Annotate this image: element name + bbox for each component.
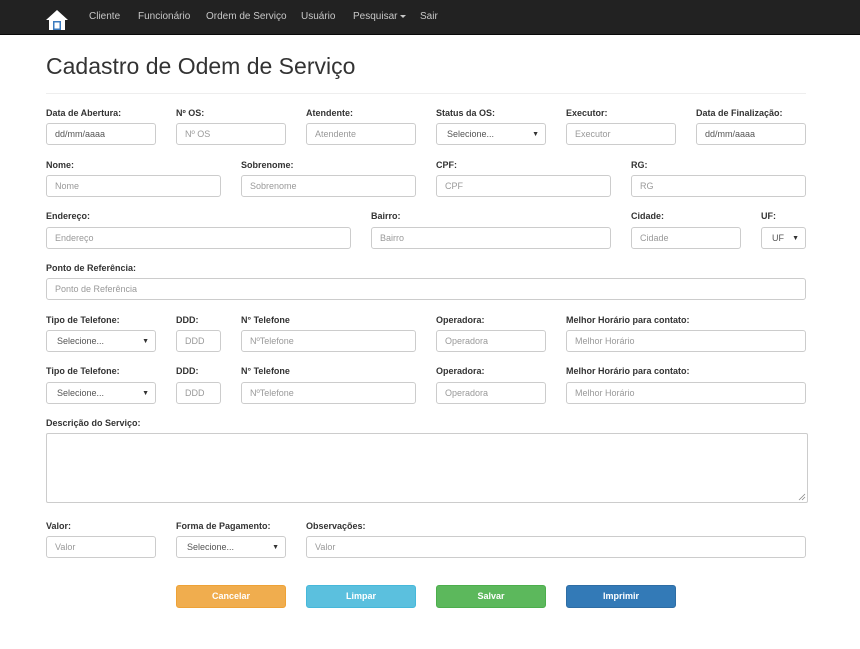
operadora-field[interactable] bbox=[436, 330, 546, 352]
select-arrow-icon: ▼ bbox=[792, 235, 799, 242]
select-arrow-icon: ▼ bbox=[532, 131, 539, 138]
valor-label: Valor: bbox=[46, 521, 72, 531]
uf-selected: UF bbox=[772, 233, 784, 243]
valor-field[interactable] bbox=[46, 536, 156, 558]
numero-os-field[interactable] bbox=[176, 123, 286, 145]
tipo-telefone-selected: Selecione... bbox=[57, 336, 105, 346]
status-os-selected: Selecione... bbox=[447, 129, 495, 139]
cpf-label: CPF: bbox=[436, 160, 457, 170]
melhor-horario-field[interactable] bbox=[566, 382, 806, 404]
tipo-telefone-select[interactable]: Selecione... ▼ bbox=[46, 330, 156, 352]
telefone-label: N° Telefone bbox=[241, 366, 290, 376]
endereco-field[interactable] bbox=[46, 227, 351, 249]
telefone-field[interactable] bbox=[241, 382, 416, 404]
cpf-field[interactable] bbox=[436, 175, 611, 197]
cancelar-button[interactable]: Cancelar bbox=[176, 585, 286, 608]
bairro-label: Bairro: bbox=[371, 211, 401, 221]
melhor-horario-label: Melhor Horário para contato: bbox=[566, 366, 690, 376]
tipo-telefone-label: Tipo de Telefone: bbox=[46, 366, 120, 376]
data-abertura-label: Data de Abertura: bbox=[46, 108, 122, 118]
ponto-referencia-label: Ponto de Referência: bbox=[46, 263, 137, 273]
operadora-label: Operadora: bbox=[436, 315, 485, 325]
nav-item-funcionario[interactable]: Funcionário bbox=[138, 11, 190, 22]
telefone-label: N° Telefone bbox=[241, 315, 290, 325]
cidade-label: Cidade: bbox=[631, 211, 665, 221]
rg-label: RG: bbox=[631, 160, 648, 170]
data-finalizacao-label: Data de Finalização: bbox=[696, 108, 783, 118]
top-navbar: Cliente Funcionário Ordem de Serviço Usu… bbox=[0, 0, 860, 35]
operadora-label: Operadora: bbox=[436, 366, 485, 376]
observacoes-field[interactable] bbox=[306, 536, 806, 558]
operadora-field[interactable] bbox=[436, 382, 546, 404]
nav-item-sair[interactable]: Sair bbox=[420, 11, 438, 22]
uf-label: UF: bbox=[761, 211, 776, 221]
nav-item-ordem-servico[interactable]: Ordem de Serviço bbox=[206, 11, 287, 22]
atendente-label: Atendente: bbox=[306, 108, 353, 118]
nav-item-pesquisar[interactable]: Pesquisar bbox=[353, 11, 407, 22]
status-os-label: Status da OS: bbox=[436, 108, 496, 118]
descricao-label: Descrição do Serviço: bbox=[46, 418, 141, 428]
status-os-select[interactable]: Selecione... ▼ bbox=[436, 123, 546, 145]
descricao-textarea[interactable] bbox=[46, 433, 808, 503]
forma-pagamento-label: Forma de Pagamento: bbox=[176, 521, 271, 531]
rg-field[interactable] bbox=[631, 175, 806, 197]
tipo-telefone-select[interactable]: Selecione... ▼ bbox=[46, 382, 156, 404]
limpar-button[interactable]: Limpar bbox=[306, 585, 416, 608]
nav-item-usuario[interactable]: Usuário bbox=[301, 11, 335, 22]
executor-label: Executor: bbox=[566, 108, 608, 118]
bairro-field[interactable] bbox=[371, 227, 611, 249]
house-icon[interactable] bbox=[45, 8, 69, 32]
page-title: Cadastro de Odem de Serviço bbox=[46, 53, 356, 79]
melhor-horario-field[interactable] bbox=[566, 330, 806, 352]
select-arrow-icon: ▼ bbox=[142, 390, 149, 397]
sobrenome-label: Sobrenome: bbox=[241, 160, 294, 170]
chevron-down-icon bbox=[400, 14, 407, 18]
select-arrow-icon: ▼ bbox=[272, 544, 279, 551]
tipo-telefone-selected: Selecione... bbox=[57, 388, 105, 398]
select-arrow-icon: ▼ bbox=[142, 338, 149, 345]
ddd-label: DDD: bbox=[176, 366, 199, 376]
executor-field[interactable] bbox=[566, 123, 676, 145]
ddd-field[interactable] bbox=[176, 330, 221, 352]
ponto-referencia-field[interactable] bbox=[46, 278, 806, 300]
salvar-button[interactable]: Salvar bbox=[436, 585, 546, 608]
atendente-field[interactable] bbox=[306, 123, 416, 145]
nav-item-pesquisar-label: Pesquisar bbox=[353, 11, 398, 22]
imprimir-button[interactable]: Imprimir bbox=[566, 585, 676, 608]
cidade-field[interactable] bbox=[631, 227, 741, 249]
data-abertura-field[interactable] bbox=[46, 123, 156, 145]
telefone-field[interactable] bbox=[241, 330, 416, 352]
title-divider bbox=[46, 93, 806, 94]
tipo-telefone-label: Tipo de Telefone: bbox=[46, 315, 120, 325]
observacoes-label: Observações: bbox=[306, 521, 366, 531]
numero-os-label: Nº OS: bbox=[176, 108, 205, 118]
data-finalizacao-field[interactable] bbox=[696, 123, 806, 145]
endereco-label: Endereço: bbox=[46, 211, 91, 221]
nome-label: Nome: bbox=[46, 160, 75, 170]
ddd-label: DDD: bbox=[176, 315, 199, 325]
sobrenome-field[interactable] bbox=[241, 175, 416, 197]
forma-pagamento-selected: Selecione... bbox=[187, 542, 235, 552]
melhor-horario-label: Melhor Horário para contato: bbox=[566, 315, 690, 325]
ddd-field[interactable] bbox=[176, 382, 221, 404]
nome-field[interactable] bbox=[46, 175, 221, 197]
forma-pagamento-select[interactable]: Selecione... ▼ bbox=[176, 536, 286, 558]
resize-grip-icon[interactable] bbox=[798, 493, 806, 501]
uf-select[interactable]: UF ▼ bbox=[761, 227, 806, 249]
nav-item-cliente[interactable]: Cliente bbox=[89, 11, 120, 22]
